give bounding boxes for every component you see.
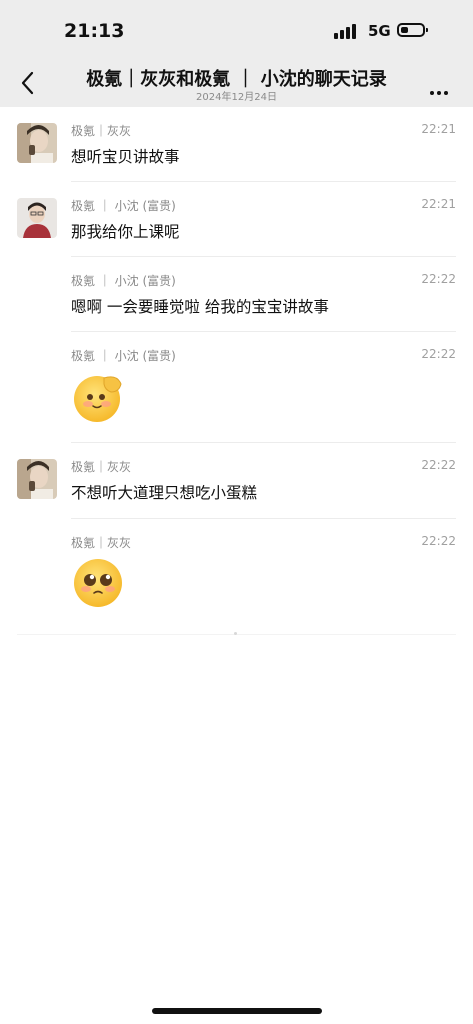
network-type: 5G (368, 22, 391, 40)
avatar-huihui[interactable] (17, 459, 57, 499)
page-subtitle-date: 2024年12月24日 (196, 92, 277, 103)
divider (71, 181, 456, 182)
more-options-icon[interactable] (430, 80, 451, 99)
message-time: 22:21 (421, 122, 456, 136)
sender-name: 极氪｜灰灰 (71, 536, 132, 550)
back-arrow-icon[interactable] (14, 68, 44, 98)
message-time: 22:22 (421, 458, 456, 472)
sender-name: 极氪｜灰灰 (71, 460, 132, 474)
message-time: 22:22 (421, 347, 456, 361)
status-bar: 21:13 5G (0, 0, 473, 62)
pleading-emoji-icon[interactable] (71, 555, 125, 609)
divider (71, 518, 456, 519)
message-text[interactable]: 不想听大道理只想吃小蛋糕 (71, 481, 257, 503)
battery-icon (397, 23, 428, 37)
message-time: 22:22 (421, 272, 456, 286)
divider (71, 256, 456, 257)
sender-name: 极氪 ｜ 小沈 (富贵) (71, 199, 176, 213)
avatar-huihui[interactable] (17, 123, 57, 163)
message-time: 22:21 (421, 197, 456, 211)
sender-name: 极氪｜灰灰 (71, 124, 132, 138)
salute-emoji-icon[interactable] (71, 370, 125, 424)
divider (71, 442, 456, 443)
home-indicator[interactable] (152, 1008, 322, 1014)
message-text[interactable]: 那我给你上课呢 (71, 220, 180, 242)
message-time: 22:22 (421, 534, 456, 548)
sender-name: 极氪 ｜ 小沈 (富贵) (71, 274, 176, 288)
status-time: 21:13 (64, 20, 125, 42)
nav-bar: 极氪｜灰灰和极氪 ｜ 小沈的聊天记录 2024年12月24日 (0, 62, 473, 107)
avatar-xiaoshen[interactable] (17, 198, 57, 238)
divider (71, 331, 456, 332)
sender-name: 极氪 ｜ 小沈 (富贵) (71, 349, 176, 363)
end-dot (234, 632, 237, 635)
message-text[interactable]: 想听宝贝讲故事 (71, 145, 180, 167)
message-text[interactable]: 嗯啊 一会要睡觉啦 给我的宝宝讲故事 (71, 295, 329, 317)
